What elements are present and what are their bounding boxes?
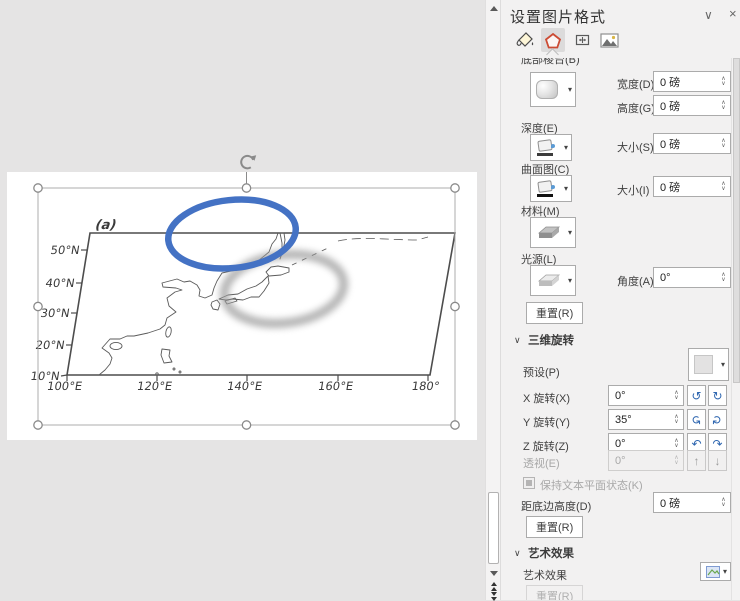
width-label: 宽度(D) xyxy=(617,76,654,92)
z-rotation-label: Z 旋转(Z) xyxy=(523,438,569,454)
resize-handle-se[interactable] xyxy=(451,421,459,429)
scrollbar-thumb[interactable] xyxy=(488,492,499,564)
perspective-label: 透视(E) xyxy=(523,455,560,471)
slide-vertical-scrollbar[interactable] xyxy=(485,0,500,600)
caret-down-icon: ▾ xyxy=(568,85,572,94)
spinner-icon[interactable]: ∧∨ xyxy=(670,415,683,425)
spinner-icon[interactable]: ∧∨ xyxy=(717,182,730,192)
rotation-handle[interactable] xyxy=(241,155,256,168)
preset-label: 预设(P) xyxy=(523,364,560,380)
caret-down-icon: ▾ xyxy=(564,184,568,193)
app-window: { "panel": { "title": "设置图片格式", "bevel_b… xyxy=(0,0,740,600)
material-slab-icon xyxy=(536,224,562,242)
contour-size-label: 大小(I) xyxy=(617,182,649,198)
preset-preview-icon xyxy=(694,355,713,374)
contour-dropdown[interactable]: ▾ xyxy=(530,175,572,202)
reset-rotation-button[interactable]: 重置(R) xyxy=(526,516,583,538)
scroll-down-button[interactable] xyxy=(487,566,500,581)
artistic-effect-icon xyxy=(706,566,720,578)
perspective-down-button: ↓ xyxy=(708,450,727,471)
rotate-down-button[interactable]: ↻ xyxy=(708,409,727,430)
panel-collapse-icon[interactable]: ∨ xyxy=(704,8,713,22)
spinner-icon[interactable]: ∧∨ xyxy=(717,101,730,111)
artistic-effects-label: 艺术效果 xyxy=(523,567,567,583)
pentagon-effects-icon xyxy=(544,32,562,49)
bevel-preset-icon xyxy=(536,80,558,99)
caret-down-icon: ▾ xyxy=(568,276,572,285)
caret-down-icon: ▾ xyxy=(723,567,727,576)
perspective-up-button: ↑ xyxy=(687,450,706,471)
distance-from-ground-input[interactable]: 0 磅 ∧∨ xyxy=(653,492,731,513)
height-input[interactable]: 0 磅 ∧∨ xyxy=(653,95,731,116)
panel-scroll-content: 底部棱台(B) ▾ 宽度(D) 0 磅 ∧∨ 高度(G) 0 磅 ∧∨ 深度(E… xyxy=(500,58,731,600)
angle-input[interactable]: 0° ∧∨ xyxy=(653,267,731,288)
artistic-effects-dropdown[interactable]: ▾ xyxy=(700,562,731,581)
size-properties-icon xyxy=(573,31,592,49)
spinner-icon[interactable]: ∧∨ xyxy=(717,498,730,508)
spinner-icon[interactable]: ∧∨ xyxy=(670,391,683,401)
section-chevron-icon[interactable]: ∨ xyxy=(514,548,521,559)
x-rotation-label: X 旋转(X) xyxy=(523,390,570,406)
contour-size-input[interactable]: 0 磅 ∧∨ xyxy=(653,176,731,197)
tab-size-properties[interactable] xyxy=(570,28,594,52)
depth-size-label: 大小(S) xyxy=(617,139,654,155)
rotate-right-button[interactable]: ↻ xyxy=(708,385,727,406)
tab-fill-line[interactable] xyxy=(513,28,537,52)
resize-handle-s[interactable] xyxy=(242,421,250,429)
preset-dropdown[interactable]: ▾ xyxy=(688,348,729,381)
spinner-icon[interactable]: ∧∨ xyxy=(670,439,683,449)
bevel-bottom-label: 底部棱台(B) xyxy=(521,58,580,67)
tab-picture[interactable] xyxy=(597,28,621,52)
angle-label: 角度(A) xyxy=(617,273,654,289)
paint-bucket-icon xyxy=(515,31,535,49)
spinner-icon[interactable]: ∧∨ xyxy=(717,273,730,283)
rotation-section-header[interactable]: 三维旋转 xyxy=(528,332,574,348)
previous-slide-button[interactable] xyxy=(487,582,500,591)
x-rotation-input[interactable]: 0° ∧∨ xyxy=(608,385,684,406)
spinner-icon[interactable]: ∧∨ xyxy=(717,139,730,149)
keep-text-flat-checkbox xyxy=(523,477,535,489)
resize-handle-n[interactable] xyxy=(242,184,250,192)
bevel-dropdown[interactable]: ▾ xyxy=(530,72,576,107)
slide-editing-area[interactable]: (a) 50°N 40°N 30°N 20°N 10°N 100°E 120°E… xyxy=(0,0,485,600)
panel-scrollbar-thumb[interactable] xyxy=(733,58,740,383)
depth-size-input[interactable]: 0 磅 ∧∨ xyxy=(653,133,731,154)
panel-scrollbar[interactable] xyxy=(731,58,740,600)
reset-artistic-button: 重置(R) xyxy=(526,585,583,600)
caret-down-icon: ▾ xyxy=(564,143,568,152)
y-rotation-input[interactable]: 35° ∧∨ xyxy=(608,409,684,430)
rotate-up-button[interactable]: ↺ xyxy=(687,409,706,430)
distance-from-ground-label: 距底边高度(D) xyxy=(521,498,591,514)
spinner-icon[interactable]: ∧∨ xyxy=(717,77,730,87)
resize-handle-w[interactable] xyxy=(34,302,42,310)
panel-title: 设置图片格式 xyxy=(510,6,606,27)
lighting-dropdown[interactable]: ▾ xyxy=(530,265,576,296)
artistic-section-header[interactable]: 艺术效果 xyxy=(528,545,574,561)
y-rotation-label: Y 旋转(Y) xyxy=(523,414,570,430)
keep-text-flat-label: 保持文本平面状态(K) xyxy=(540,477,643,493)
resize-handle-ne[interactable] xyxy=(451,184,459,192)
picture-icon xyxy=(600,33,619,48)
panel-close-icon[interactable]: × xyxy=(729,6,737,21)
depth-dropdown[interactable]: ▾ xyxy=(530,134,572,161)
depth-color-icon xyxy=(536,139,556,156)
scroll-up-button[interactable] xyxy=(487,1,500,16)
material-dropdown[interactable]: ▾ xyxy=(530,217,576,248)
selection-border xyxy=(38,188,455,425)
section-chevron-icon[interactable]: ∨ xyxy=(514,335,521,346)
rotate-left-button[interactable]: ↺ xyxy=(687,385,706,406)
caret-down-icon: ▾ xyxy=(721,360,725,369)
spinner-icon: ∧∨ xyxy=(670,456,683,466)
caret-down-icon: ▾ xyxy=(568,228,572,237)
width-input[interactable]: 0 磅 ∧∨ xyxy=(653,71,731,92)
perspective-input: 0° ∧∨ xyxy=(608,450,684,471)
selection-overlay xyxy=(0,0,485,600)
resize-handle-nw[interactable] xyxy=(34,184,42,192)
reset-3d-format-button[interactable]: 重置(R) xyxy=(526,302,583,324)
lighting-slab-icon xyxy=(536,272,562,290)
resize-handle-sw[interactable] xyxy=(34,421,42,429)
resize-handle-e[interactable] xyxy=(451,302,459,310)
contour-color-icon xyxy=(536,180,556,197)
height-label: 高度(G) xyxy=(617,100,655,116)
